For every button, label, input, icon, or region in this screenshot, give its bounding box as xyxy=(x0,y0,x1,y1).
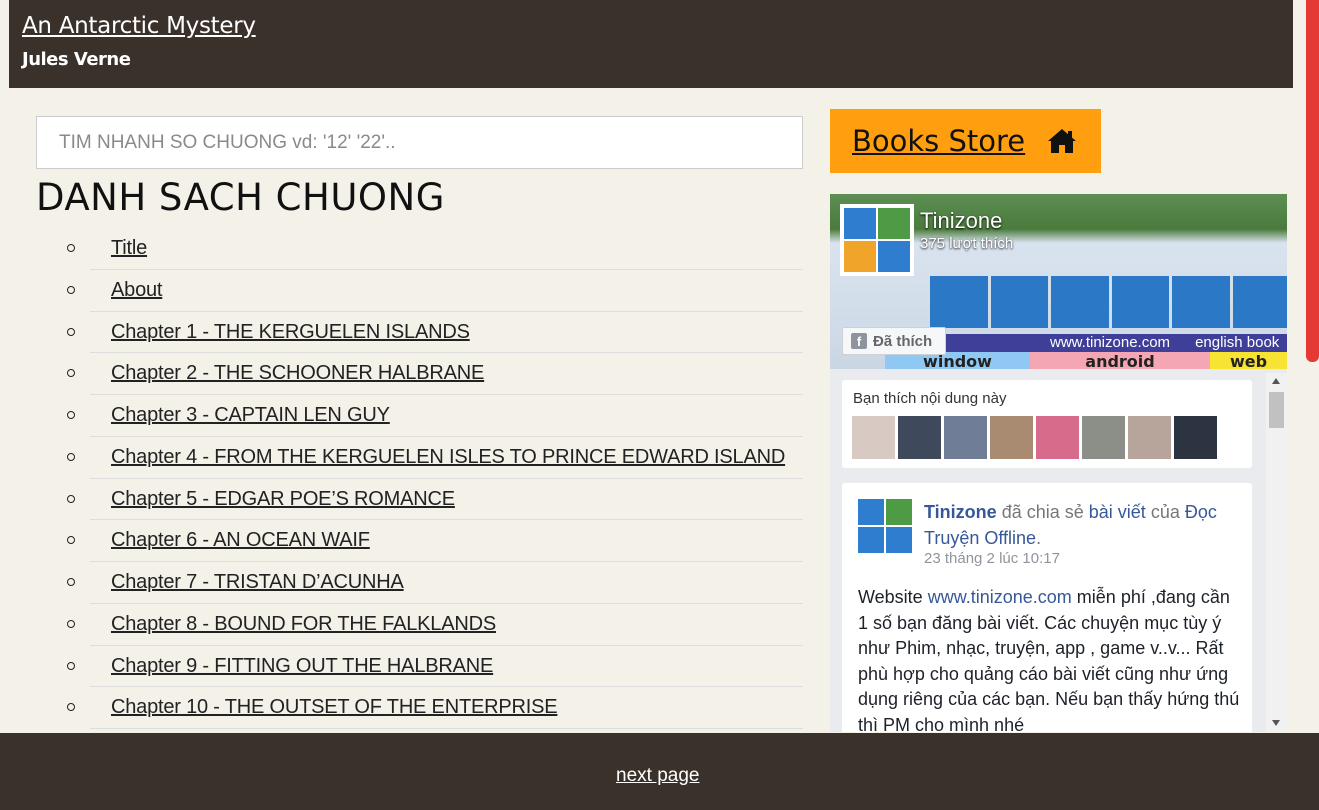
page-likes-count: 375 lượt thích xyxy=(920,235,1014,252)
list-item: Chapter 3 - CAPTAIN LEN GUY xyxy=(36,395,803,437)
avatar[interactable] xyxy=(990,416,1033,459)
chapter-link[interactable]: Chapter 1 - THE KERGUELEN ISLANDS xyxy=(111,321,470,343)
facebook-cover-image[interactable]: www.tinizone.com english book window and… xyxy=(830,194,1287,371)
post-header: Tinizone đã chia sẻ bài viết của Đọc Tru… xyxy=(924,502,1217,548)
bullet-icon xyxy=(67,578,75,586)
post-shared-text: đã chia sẻ xyxy=(1001,502,1084,522)
page-name-link[interactable]: Tinizone xyxy=(920,208,1002,234)
bullet-icon xyxy=(67,285,75,294)
chapter-link[interactable]: Title xyxy=(111,237,147,259)
scroll-down-icon[interactable] xyxy=(1272,720,1280,726)
chapter-list: Title About Chapter 1 - THE KERGUELEN IS… xyxy=(36,228,803,729)
liked-label: Đã thích xyxy=(873,332,933,350)
chapter-link[interactable]: Chapter 9 - FITTING OUT THE HALBRANE xyxy=(111,655,493,677)
list-item: Title xyxy=(36,228,803,270)
post-page-link[interactable]: Tinizone xyxy=(924,502,997,522)
list-item: Chapter 4 - FROM THE KERGUELEN ISLES TO … xyxy=(36,437,803,479)
post-body-prefix: Website xyxy=(858,587,923,607)
cover-tag-strip: window android web xyxy=(885,352,1287,371)
liked-button[interactable]: f Đã thích xyxy=(842,327,946,355)
chapter-link[interactable]: Chapter 6 - AN OCEAN WAIF xyxy=(111,529,370,551)
books-store-label: Books Store xyxy=(852,124,1026,158)
friend-faces xyxy=(852,416,1217,459)
avatar[interactable] xyxy=(1128,416,1171,459)
avatar[interactable] xyxy=(852,416,895,459)
facebook-icon: f xyxy=(851,333,867,349)
list-item: Chapter 7 - TRISTAN D’ACUNHA xyxy=(36,562,803,604)
book-title-link[interactable]: An Antarctic Mystery xyxy=(22,13,256,39)
chapter-link[interactable]: Chapter 2 - THE SCHOONER HALBRANE xyxy=(111,362,484,384)
chapter-link[interactable]: Chapter 5 - EDGAR POE’S ROMANCE xyxy=(111,488,455,510)
post-avatar[interactable] xyxy=(858,499,912,553)
chapter-link[interactable]: Chapter 3 - CAPTAIN LEN GUY xyxy=(111,404,390,426)
list-item: Chapter 9 - FITTING OUT THE HALBRANE xyxy=(36,646,803,688)
page-scrollbar-thumb[interactable] xyxy=(1306,0,1319,362)
chapter-list-heading: DANH SACH CHUONG xyxy=(36,176,445,219)
post-timestamp[interactable]: 23 tháng 2 lúc 10:17 xyxy=(924,550,1060,567)
list-item: Chapter 6 - AN OCEAN WAIF xyxy=(36,520,803,562)
page-scrollbar[interactable] xyxy=(1293,0,1319,810)
bullet-icon xyxy=(67,452,75,461)
facebook-post: Tinizone đã chia sẻ bài viết của Đọc Tru… xyxy=(842,483,1252,732)
bullet-icon xyxy=(67,703,75,712)
facebook-page-widget: www.tinizone.com english book window and… xyxy=(830,194,1287,732)
avatar[interactable] xyxy=(898,416,941,459)
avatar[interactable] xyxy=(1082,416,1125,459)
post-of-text: của xyxy=(1150,502,1180,522)
books-store-button[interactable]: Books Store xyxy=(830,109,1101,173)
bullet-icon xyxy=(67,411,75,419)
facebook-scrollbar-thumb[interactable] xyxy=(1269,392,1284,428)
scroll-up-icon[interactable] xyxy=(1272,378,1280,384)
cover-tag: web xyxy=(1210,352,1287,371)
avatar[interactable] xyxy=(1174,416,1217,459)
footer-bar: next page xyxy=(0,733,1319,810)
chapter-link[interactable]: Chapter 4 - FROM THE KERGUELEN ISLES TO … xyxy=(111,446,785,468)
list-item: Chapter 10 - THE OUTSET OF THE ENTERPRIS… xyxy=(36,687,803,729)
post-link[interactable]: bài viết xyxy=(1089,502,1146,522)
list-item: Chapter 5 - EDGAR POE’S ROMANCE xyxy=(36,479,803,521)
post-body: Website www.tinizone.com miễn phí ,đang … xyxy=(858,585,1242,732)
post-body-url[interactable]: www.tinizone.com xyxy=(928,587,1072,607)
chapter-link[interactable]: Chapter 8 - BOUND FOR THE FALKLANDS xyxy=(111,613,496,635)
chapter-search-input[interactable] xyxy=(36,116,803,169)
list-item: Chapter 8 - BOUND FOR THE FALKLANDS xyxy=(36,604,803,646)
chapter-link[interactable]: About xyxy=(111,279,162,301)
avatar[interactable] xyxy=(1036,416,1079,459)
cover-tag: android xyxy=(1030,352,1210,371)
post-body-text: miễn phí ,đang cần 1 số bạn đăng bài viế… xyxy=(858,587,1240,732)
next-page-link[interactable]: next page xyxy=(616,765,699,787)
page-profile-logo[interactable] xyxy=(840,204,914,276)
bullet-icon xyxy=(67,661,75,670)
cover-screenshot-strip xyxy=(930,276,1287,328)
facebook-widget-scrollbar[interactable] xyxy=(1266,373,1287,732)
author-name: Jules Verne xyxy=(22,49,131,70)
bullet-icon xyxy=(67,327,75,336)
list-item: Chapter 1 - THE KERGUELEN ISLANDS xyxy=(36,312,803,354)
chapter-link[interactable]: Chapter 10 - THE OUTSET OF THE ENTERPRIS… xyxy=(111,696,558,718)
home-icon xyxy=(1048,129,1077,153)
bullet-icon xyxy=(67,244,75,252)
friends-liked-box: Bạn thích nội dung này xyxy=(842,380,1252,468)
avatar[interactable] xyxy=(944,416,987,459)
bullet-icon xyxy=(67,369,75,378)
bullet-icon xyxy=(67,619,75,628)
friends-liked-caption: Bạn thích nội dung này xyxy=(853,390,1007,407)
bullet-icon xyxy=(67,536,75,545)
cover-english-text: english book xyxy=(1195,334,1280,351)
cover-site-bar: www.tinizone.com english book xyxy=(930,334,1287,352)
chapter-link[interactable]: Chapter 7 - TRISTAN D’ACUNHA xyxy=(111,571,404,593)
cover-site-text: www.tinizone.com xyxy=(1050,334,1171,351)
list-item: Chapter 2 - THE SCHOONER HALBRANE xyxy=(36,353,803,395)
bullet-icon xyxy=(67,494,75,503)
header-bar: An Antarctic Mystery Jules Verne xyxy=(9,0,1293,88)
list-item: About xyxy=(36,270,803,312)
